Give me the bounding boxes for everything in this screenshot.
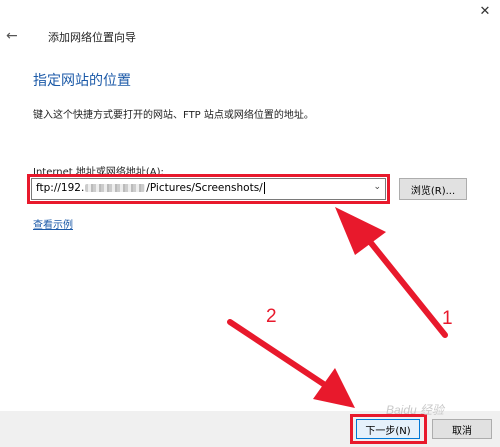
baidu-watermark: Baidu 经验 (386, 403, 445, 417)
arrow-1-shaft (364, 235, 448, 338)
arrow-2-head (313, 368, 355, 408)
annotation-arrows (227, 207, 448, 408)
annotation-label-2: 2 (266, 306, 277, 327)
annotation-label-1: 1 (442, 308, 453, 329)
arrow-2-shaft (227, 319, 328, 388)
